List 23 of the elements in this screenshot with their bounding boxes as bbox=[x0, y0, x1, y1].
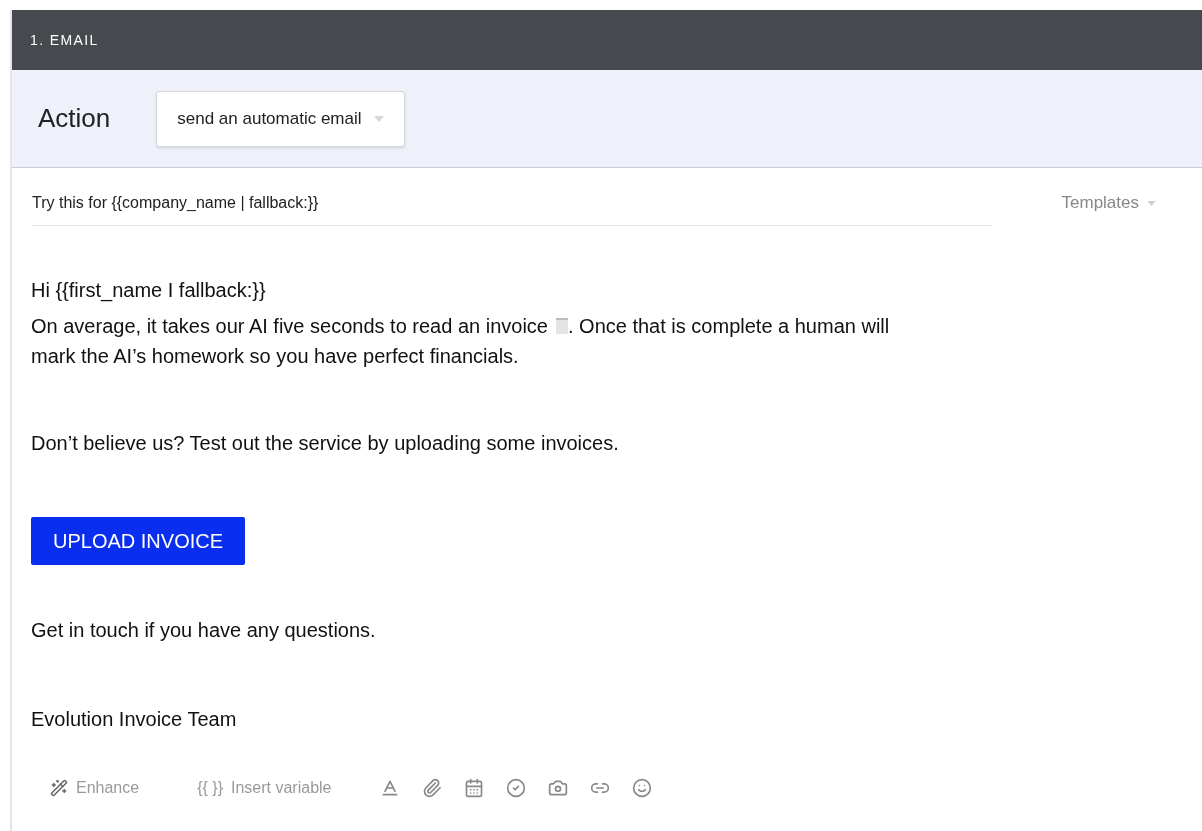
variable-icon: {{ }} bbox=[197, 776, 223, 800]
closing-text: Get in touch if you have any questions. bbox=[31, 618, 377, 643]
upload-invoice-button[interactable]: UPLOAD INVOICE bbox=[31, 517, 246, 565]
document-icon bbox=[555, 318, 568, 334]
action-dropdown[interactable]: send an automatic email bbox=[156, 90, 405, 147]
caret-icon bbox=[373, 115, 384, 122]
paperclip-icon[interactable] bbox=[421, 778, 442, 798]
action-label: Action bbox=[38, 102, 111, 135]
paragraph-text: mark the AI’s homework so you have perfect financials. bbox=[31, 344, 520, 369]
wand-icon bbox=[50, 779, 68, 797]
caret-icon bbox=[1147, 200, 1156, 206]
checkmark-circle-icon[interactable] bbox=[505, 778, 526, 798]
templates-dropdown[interactable]: Templates bbox=[1061, 190, 1156, 216]
camera-icon[interactable] bbox=[547, 778, 568, 798]
section-title: 1. EMAIL bbox=[30, 30, 99, 50]
greeting-text: Hi {{first_name I fallback:}} bbox=[31, 278, 267, 304]
subject-field[interactable]: Try this for {{company_name | fallback:}} bbox=[32, 180, 992, 226]
calendar-icon[interactable] bbox=[463, 778, 484, 798]
signature-text: Evolution Invoice Team bbox=[31, 707, 238, 732]
paragraph-text: . Once that is complete a human will bbox=[567, 314, 890, 339]
prompt-text: Don’t believe us? Test out the service by uploading some invoices. bbox=[31, 431, 620, 456]
paragraph-text: On average, it takes our AI five seconds to read an invoice bbox=[31, 314, 548, 339]
smiley-icon[interactable] bbox=[631, 778, 652, 798]
